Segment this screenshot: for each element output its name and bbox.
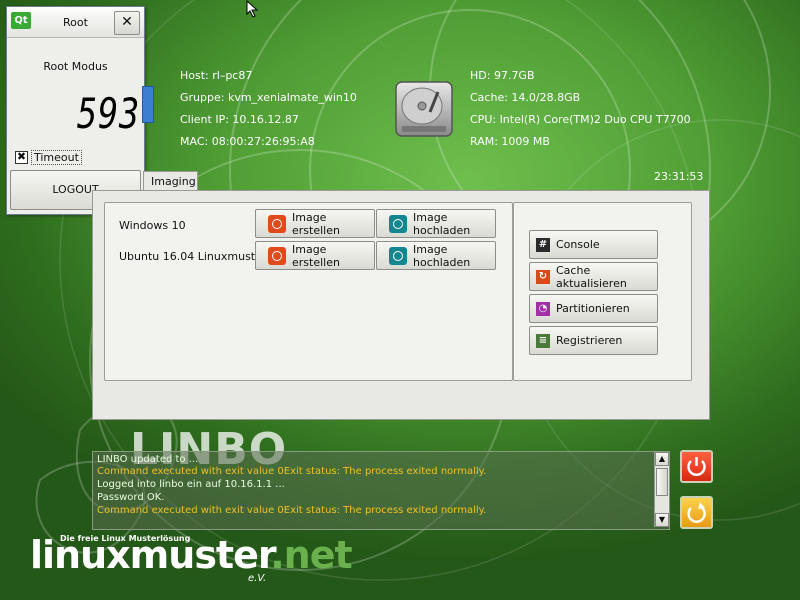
host-info: Host: rl–pc87 Gruppe: kvm_xenialmate_win… [180,65,357,153]
cache-refresh-icon: ↻ [536,269,550,284]
create-image-icon [268,246,286,265]
console-line: Command executed with exit value 0Exit s… [97,505,487,516]
partition-icon: ◔ [536,301,550,316]
close-icon: ✕ [121,14,133,30]
cache-size: Cache: 14.0/28.8GB [470,91,581,104]
reboot-button[interactable] [680,496,713,529]
console-output: LINBO updated to ... Command executed wi… [92,451,670,530]
timeout-checkbox[interactable]: ✖ [15,150,28,164]
create-image-label: Image erstellen [292,242,340,269]
upload-image-icon [389,214,407,233]
hd-size: HD: 97.7GB [470,69,535,82]
timeout-label[interactable]: Timeout [31,149,82,165]
dialog-titlebar[interactable]: Qt Root ✕ [7,7,144,38]
root-dialog: Qt Root ✕ Root Modus 593 ✖ Timeout LOGOU… [6,6,145,215]
hidden-button-fragment [142,86,154,123]
create-image-button[interactable]: Image erstellen [255,209,375,238]
close-button[interactable]: ✕ [114,11,140,35]
brand-suffix: e.V. [248,573,267,584]
cpu-info: CPU: Intel(R) Core(TM)2 Duo CPU T7700 [470,113,691,126]
console-line: Command executed with exit value 0Exit s… [97,466,487,477]
power-button[interactable] [680,450,713,483]
root-mode-heading: Root Modus [43,60,108,73]
cache-refresh-label: Cache aktualisieren [556,263,627,290]
register-label: Registrieren [556,334,623,347]
host-name: Host: rl–pc87 [180,69,253,82]
console-icon: # [536,237,550,252]
console-scrollbar[interactable]: ▲ ▼ [654,452,669,527]
console-button[interactable]: # Console [529,230,658,259]
actions-panel: # Console ↻ Cache aktualisieren ◔ Partit… [513,202,692,381]
main-panel: Windows 10 Image erstellen Image hochlad… [92,190,710,420]
os-name: Ubuntu 16.04 Linuxmuster LTS [119,250,259,263]
os-name: Windows 10 [119,219,186,232]
upload-image-button[interactable]: Image hochladen [376,241,496,270]
power-icon [687,457,706,476]
mouse-cursor-icon [246,0,259,18]
register-button[interactable]: ≡ Registrieren [529,326,658,355]
upload-image-label: Image hochladen [413,242,471,269]
countdown-display: 593 [77,89,141,138]
console-line: Logged into linbo ein auf 10.16.1.1 ... [97,479,285,490]
create-image-icon [268,214,286,233]
timeout-row: ✖ Timeout [15,149,82,165]
reboot-icon [687,502,706,523]
console-line: Password OK. [97,492,165,503]
tab-imaging[interactable]: Imaging [143,171,198,191]
os-list-panel: Windows 10 Image erstellen Image hochlad… [104,202,513,381]
upload-image-icon [389,246,407,265]
partition-label: Partitionieren [556,302,630,315]
host-group: Gruppe: kvm_xenialmate_win10 [180,91,357,104]
hard-disk-icon [395,81,453,137]
linuxmuster-logo: linuxmuster.net [30,533,353,577]
create-image-button[interactable]: Image erstellen [255,241,375,270]
scroll-thumb[interactable] [656,468,668,496]
brand-net: .net [270,533,352,577]
upload-image-label: Image hochladen [413,210,471,237]
client-ip: Client IP: 10.16.12.87 [180,113,299,126]
scroll-down-icon[interactable]: ▼ [655,513,669,527]
hardware-info: HD: 97.7GB Cache: 14.0/28.8GB CPU: Intel… [470,65,691,153]
register-icon: ≡ [536,333,550,348]
scroll-up-icon[interactable]: ▲ [655,452,669,466]
ram-info: RAM: 1009 MB [470,135,550,148]
brand-name: linuxmuster [30,533,271,577]
cache-refresh-button[interactable]: ↻ Cache aktualisieren [529,262,658,291]
partition-button[interactable]: ◔ Partitionieren [529,294,658,323]
upload-image-button[interactable]: Image hochladen [376,209,496,238]
clock: 23:31:53 [654,170,704,183]
console-label: Console [556,238,600,251]
mac-address: MAC: 08:00:27:26:95:A8 [180,135,315,148]
create-image-label: Image erstellen [292,210,340,237]
